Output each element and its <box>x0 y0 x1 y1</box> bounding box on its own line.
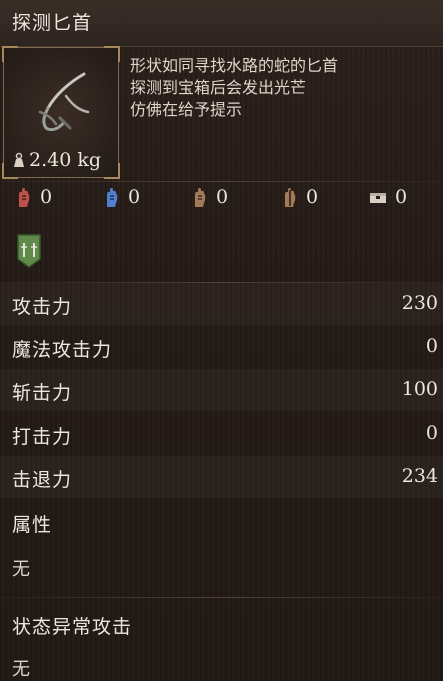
stat-row-slash: 斩击力 100 <box>0 369 443 411</box>
weight-icon <box>14 152 24 167</box>
stat-label: 打击力 <box>12 426 73 448</box>
stat-row-attack: 攻击力 230 <box>0 283 443 325</box>
description-line: 形状如同寻找水路的蛇的匕首 <box>130 56 339 75</box>
frame-corner <box>104 163 120 179</box>
item-detail-panel: 探测匕首 2.40 kg 形状如同寻找水路的蛇的匕首 探测到宝箱后会发出光芒 仿… <box>0 0 443 681</box>
stat-row-magic-attack: 魔法攻击力 0 <box>0 326 443 368</box>
stat-value: 230 <box>401 292 438 314</box>
dagger-icon <box>38 72 90 132</box>
stat-label: 斩击力 <box>12 382 73 404</box>
split-hand-icon <box>285 188 296 207</box>
status-attack-value: 无 <box>12 659 30 680</box>
stat-label: 攻击力 <box>12 296 73 318</box>
frame-corner <box>104 46 120 62</box>
green-shield-icon <box>17 234 41 268</box>
blue-hand-icon <box>107 188 118 207</box>
resistance-value: 0 <box>395 186 408 208</box>
item-name: 探测匕首 <box>12 12 93 34</box>
divider <box>0 181 443 182</box>
chest-icon <box>370 193 386 203</box>
weight-display: 2.40 kg <box>12 149 101 171</box>
resistance-row: 0 0 0 0 0 <box>0 186 443 218</box>
stat-value: 0 <box>425 422 438 444</box>
resistance-item: 0 <box>369 186 407 208</box>
resistance-value: 0 <box>216 186 229 208</box>
resistance-value: 0 <box>306 186 319 208</box>
item-description: 形状如同寻找水路的蛇的匕首 探测到宝箱后会发出光芒 仿佛在给予提示 <box>130 55 435 121</box>
stat-value: 234 <box>401 465 438 487</box>
description-line: 仿佛在给予提示 <box>130 100 243 119</box>
description-line: 探测到宝箱后会发出光芒 <box>130 78 307 97</box>
title-bar: 探测匕首 <box>0 0 443 47</box>
stat-label: 击退力 <box>12 469 73 491</box>
resistance-item: 0 <box>192 186 228 208</box>
resistance-value: 0 <box>40 186 53 208</box>
status-attack-label: 状态异常攻击 <box>12 616 133 638</box>
stat-value: 100 <box>401 378 438 400</box>
resistance-item: 0 <box>282 186 318 208</box>
divider <box>0 597 443 598</box>
resistance-item: 0 <box>16 186 52 208</box>
item-image-frame: 2.40 kg <box>2 46 120 179</box>
attribute-value: 无 <box>12 559 30 580</box>
resistance-value: 0 <box>128 186 141 208</box>
resistance-item: 0 <box>104 186 140 208</box>
attribute-label: 属性 <box>12 514 53 536</box>
weight-value: 2.40 kg <box>29 149 102 171</box>
stat-value: 0 <box>425 335 438 357</box>
stat-row-strike: 打击力 0 <box>0 413 443 455</box>
red-hand-icon <box>19 188 30 207</box>
brown-hand-icon <box>195 188 206 207</box>
frame-corner <box>2 46 18 62</box>
stat-row-knockback: 击退力 234 <box>0 456 443 498</box>
stat-label: 魔法攻击力 <box>12 339 113 361</box>
